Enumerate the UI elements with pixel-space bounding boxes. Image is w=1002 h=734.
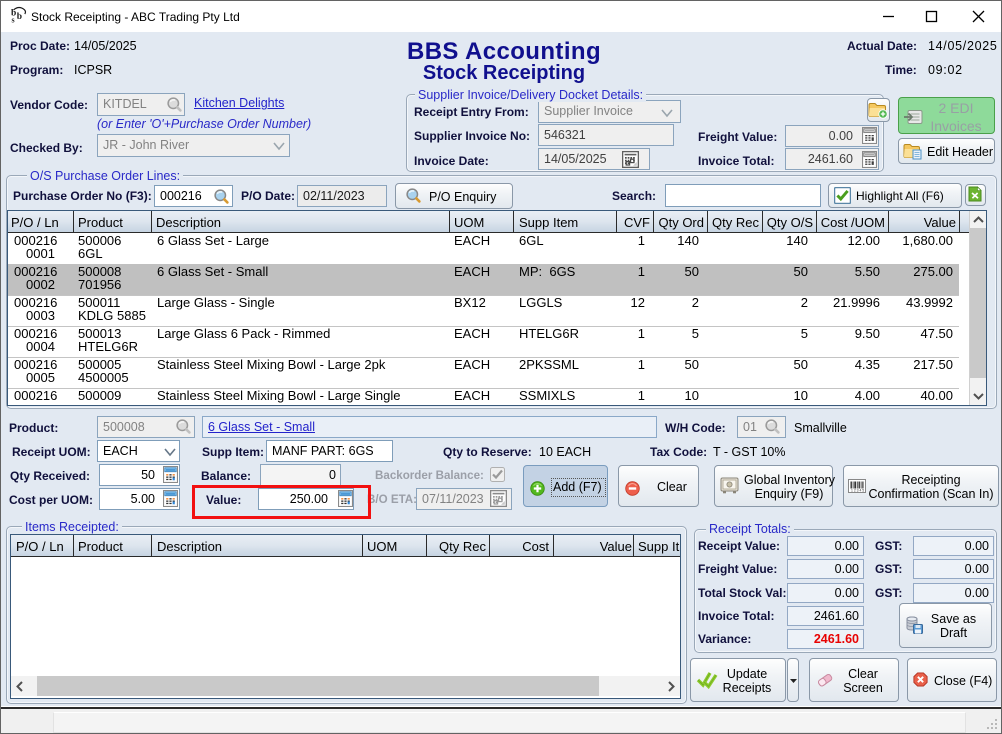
svg-text:s: s xyxy=(12,16,15,24)
svg-text:1 2 3 4 5: 1 2 3 4 5 xyxy=(851,489,864,493)
svg-text:b: b xyxy=(17,12,22,22)
